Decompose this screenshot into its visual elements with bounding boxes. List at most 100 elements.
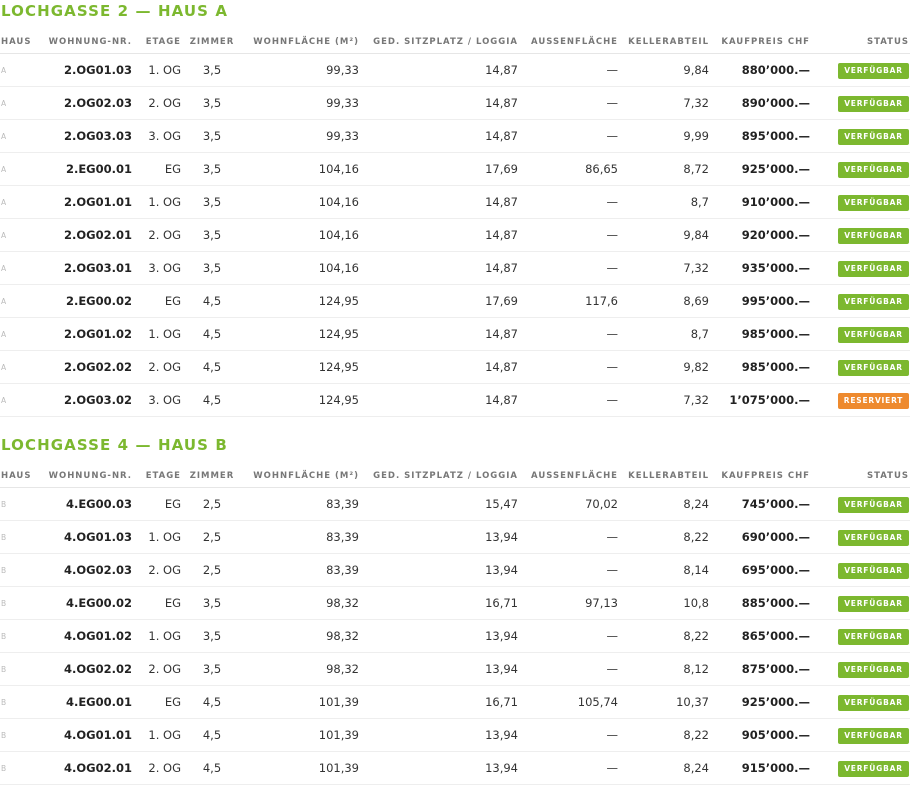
status-badge[interactable]: VERFÜGBAR [838,530,909,546]
status-badge[interactable]: VERFÜGBAR [838,728,909,744]
status-badge[interactable]: VERFÜGBAR [838,497,909,513]
table-row[interactable]: A 2.OG01.02 1. OG 4,5 124,95 14,87—8,7 985’000… [0,317,910,351]
haus-cell: A [0,53,40,87]
status-badge[interactable]: VERFÜGBAR [838,162,909,178]
kellerabteil-cell: 8,72 [618,152,709,186]
kaufpreis-cell: 885’000.— [709,586,810,620]
haus-cell: A [0,119,40,153]
status-badge[interactable]: VERFÜGBAR [838,195,909,211]
sitzplatz-cell: 15,47 [359,487,518,521]
sitzplatz-cell: 13,94 [359,718,518,752]
status-badge[interactable]: VERFÜGBAR [838,228,909,244]
table-row[interactable]: A 2.OG03.03 3. OG 3,5 99,33 14,87—9,99 895’000… [0,119,910,153]
status-badge[interactable]: VERFÜGBAR [838,96,909,112]
table-row[interactable]: A 2.OG03.02 3. OG 4,5 124,95 14,87—7,32 1’075’… [0,383,910,417]
haus-cell: A [0,284,40,318]
status-cell: VERFÜGBAR [810,350,910,384]
status-badge[interactable]: VERFÜGBAR [838,129,909,145]
table-row[interactable]: A 2.OG02.01 2. OG 3,5 104,16 14,87—9,84 920’00… [0,218,910,252]
zimmer-cell: 3,5 [181,251,243,285]
etage-cell: 3. OG [132,251,181,285]
table-row[interactable]: A 2.EG00.01 EG 3,5 104,16 17,69 86,65 8,72 925’0… [0,152,910,186]
status-cell: VERFÜGBAR [810,185,910,219]
kaufpreis-cell: 925’000.— [709,152,810,186]
haus-cell: A [0,86,40,120]
zimmer-cell: 4,5 [181,718,243,752]
sitzplatz-cell: 14,87 [359,218,518,252]
table-row[interactable]: B 4.EG00.03 EG 2,5 83,39 15,47 70,02 8,24 745’00… [0,487,910,521]
column-header-haus: HAUS [0,465,40,488]
status-badge[interactable]: VERFÜGBAR [838,261,909,277]
haus-cell: B [0,751,40,785]
table-row[interactable]: B 4.OG02.01 2. OG 4,5 101,39 13,94—8,24 915’00… [0,751,910,785]
section-title: LOCHGASSE 2 — HAUS A [1,2,229,20]
table-row[interactable]: A 2.EG00.02 EG 4,5 124,95 17,69 117,6 8,69 995’0… [0,284,910,318]
haus-cell: A [0,152,40,186]
status-badge[interactable]: VERFÜGBAR [838,629,909,645]
haus-cell: A [0,350,40,384]
zimmer-cell: 4,5 [181,284,243,318]
wohnflaeche-cell: 83,39 [243,520,359,554]
table-row[interactable]: B 4.OG01.03 1. OG 2,5 83,39 13,94—8,22 690’000… [0,520,910,554]
sitzplatz-cell: 13,94 [359,751,518,785]
table-header: HAUS WOHNUNG-NR. ETAGE ZIMMER WOHNFLÄCHE (M²… [0,465,910,488]
kellerabteil-cell: 8,14 [618,553,709,587]
wohnflaeche-cell: 104,16 [243,251,359,285]
kaufpreis-cell: 880’000.— [709,53,810,87]
column-header-wohnung-nr: WOHNUNG-NR. [40,31,132,54]
status-badge[interactable]: VERFÜGBAR [838,360,909,376]
sitzplatz-cell: 13,94 [359,652,518,686]
status-cell: VERFÜGBAR [810,553,910,587]
kaufpreis-cell: 920’000.— [709,218,810,252]
column-header-sitzplatz: GED. SITZPLATZ / LOGGIA [359,31,518,54]
kaufpreis-cell: 925’000.— [709,685,810,719]
aussenflaeche-cell: 86,65 [518,152,618,186]
status-badge[interactable]: VERFÜGBAR [838,761,909,777]
status-badge[interactable]: VERFÜGBAR [838,662,909,678]
table-row[interactable]: A 2.OG02.03 2. OG 3,5 99,33 14,87—7,32 890’000… [0,86,910,120]
table-row[interactable]: A 2.OG01.01 1. OG 3,5 104,16 14,87—8,7 910’000… [0,185,910,219]
kaufpreis-cell: 865’000.— [709,619,810,653]
table-row[interactable]: A 2.OG01.03 1. OG 3,5 99,33 14,87—9,84 880’000… [0,53,910,87]
table-row[interactable]: A 2.OG02.02 2. OG 4,5 124,95 14,87—9,82 985’00… [0,350,910,384]
status-cell: VERFÜGBAR [810,218,910,252]
column-header-haus: HAUS [0,31,40,54]
sitzplatz-cell: 13,94 [359,553,518,587]
status-badge[interactable]: VERFÜGBAR [838,563,909,579]
table-row[interactable]: B 4.EG00.01 EG 4,5 101,39 16,71 105,74 10,37 925… [0,685,910,719]
sitzplatz-cell: 16,71 [359,685,518,719]
haus-cell: A [0,251,40,285]
kellerabteil-cell: 9,99 [618,119,709,153]
status-badge[interactable]: VERFÜGBAR [838,596,909,612]
wohnung-nr-cell: 2.OG02.01 [40,218,132,252]
status-cell: VERFÜGBAR [810,251,910,285]
zimmer-cell: 3,5 [181,619,243,653]
table-row[interactable]: B 4.OG01.02 1. OG 3,5 98,32 13,94—8,22 865’000… [0,619,910,653]
status-badge[interactable]: VERFÜGBAR [838,327,909,343]
column-header-kellerabteil: KELLERABTEIL [618,465,709,488]
table-row[interactable]: B 4.OG02.02 2. OG 3,5 98,32 13,94—8,12 875’000… [0,652,910,686]
aussenflaeche-cell: — [518,619,618,653]
table-row[interactable]: B 4.OG02.03 2. OG 2,5 83,39 13,94—8,14 695’000… [0,553,910,587]
wohnflaeche-cell: 83,39 [243,553,359,587]
wohnflaeche-cell: 104,16 [243,185,359,219]
status-badge[interactable]: VERFÜGBAR [838,63,909,79]
wohnflaeche-cell: 124,95 [243,383,359,417]
wohnung-nr-cell: 4.OG02.03 [40,553,132,587]
column-header-etage: ETAGE [132,465,181,488]
kellerabteil-cell: 7,32 [618,86,709,120]
status-badge[interactable]: VERFÜGBAR [838,695,909,711]
kaufpreis-cell: 895’000.— [709,119,810,153]
table-row[interactable]: B 4.OG01.01 1. OG 4,5 101,39 13,94—8,22 905’00… [0,718,910,752]
status-badge[interactable]: RESERVIERT [838,393,909,409]
kellerabteil-cell: 10,8 [618,586,709,620]
etage-cell: 1. OG [132,185,181,219]
kaufpreis-cell: 905’000.— [709,718,810,752]
status-badge[interactable]: VERFÜGBAR [838,294,909,310]
table-row[interactable]: A 2.OG03.01 3. OG 3,5 104,16 14,87—7,32 935’00… [0,251,910,285]
wohnung-nr-cell: 2.EG00.01 [40,152,132,186]
table-row[interactable]: B 4.EG00.02 EG 3,5 98,32 16,71 97,13 10,8 885’00… [0,586,910,620]
zimmer-cell: 3,5 [181,53,243,87]
column-header-kaufpreis: KAUFPREIS CHF [709,465,810,488]
wohnflaeche-cell: 124,95 [243,317,359,351]
